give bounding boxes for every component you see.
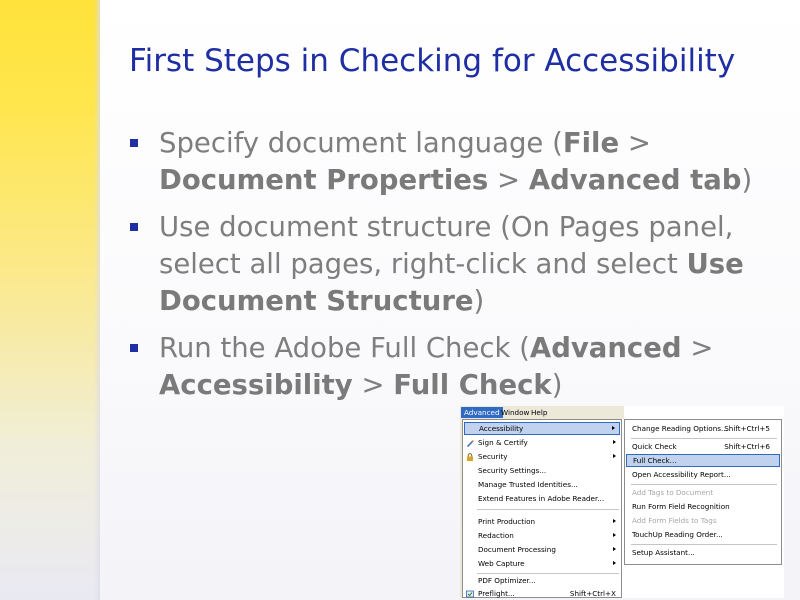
- bullet-text-part: Run the Adobe Full Check (: [159, 332, 530, 364]
- menubar-help[interactable]: Help: [528, 407, 550, 418]
- bullet-text-bold: Advanced: [529, 332, 682, 364]
- menu-item-label: Manage Trusted Identities...: [478, 480, 578, 489]
- slide-title: First Steps in Checking for Accessibilit…: [129, 43, 736, 79]
- menu-item-redaction[interactable]: Redaction: [464, 529, 620, 542]
- bullet-text-part: >: [488, 164, 529, 196]
- submenu-item-label: Run Form Field Recognition: [632, 502, 730, 511]
- submenu-arrow-icon: [613, 454, 616, 458]
- menu-item-label: Print Production: [478, 517, 536, 526]
- menu-item-pdf-optimizer[interactable]: PDF Optimizer...: [464, 574, 620, 587]
- submenu-arrow-icon: [612, 426, 615, 430]
- bullet-text-part: Use document structure (On Pages panel, …: [159, 211, 734, 280]
- submenu-item-setup-assistant[interactable]: Setup Assistant...: [626, 546, 780, 559]
- bullet-item: Use document structure (On Pages panel, …: [129, 209, 759, 320]
- bullet-square-icon: [130, 139, 138, 147]
- bullet-list: Specify document language (File > Docume…: [129, 125, 759, 414]
- menu-separator: [631, 438, 777, 439]
- bullet-text-part: >: [681, 332, 714, 364]
- menu-separator: [477, 509, 619, 510]
- menubar-advanced[interactable]: Advanced: [461, 407, 503, 418]
- submenu-item-shortcut: Shift+Ctrl+5: [724, 424, 770, 433]
- submenu-arrow-icon: [613, 561, 616, 565]
- bullet-square-icon: [130, 344, 138, 352]
- menu-item-label: PDF Optimizer...: [478, 576, 536, 585]
- menu-item-label: Extend Features in Adobe Reader...: [478, 494, 605, 503]
- menu-item-label: Security Settings...: [478, 466, 547, 475]
- submenu-item-label: Quick Check: [632, 442, 677, 451]
- menu-item-shortcut: Shift+Ctrl+X: [569, 589, 616, 598]
- bullet-text-part: >: [619, 127, 651, 159]
- submenu-arrow-icon: [613, 533, 616, 537]
- bullet-item: Run the Adobe Full Check (Advanced > Acc…: [129, 330, 759, 404]
- bullet-text-bold: Advanced tab: [528, 164, 742, 196]
- bullet-text-bold: File: [562, 127, 620, 159]
- menu-item-label: Redaction: [478, 531, 514, 540]
- menu-item-sign-certify[interactable]: Sign & Certify: [464, 436, 620, 449]
- bullet-text: Run the Adobe Full Check (Advanced > Acc…: [159, 332, 713, 401]
- submenu-arrow-icon: [613, 440, 616, 444]
- menu-item-print-production[interactable]: Print Production: [464, 515, 620, 528]
- submenu-arrow-icon: [613, 519, 616, 523]
- submenu-item-add-tags-to-document[interactable]: Add Tags to Document: [626, 486, 780, 499]
- menu-item-web-capture[interactable]: Web Capture: [464, 557, 620, 570]
- bullet-text-bold: Document Properties: [159, 164, 489, 196]
- bullet-text-part: Specify document language (: [159, 127, 563, 159]
- submenu-item-run-form-field-recognition[interactable]: Run Form Field Recognition: [626, 500, 780, 513]
- submenu-item-shortcut: Shift+Ctrl+6: [724, 442, 770, 451]
- bullet-text-part: ): [473, 285, 485, 317]
- menu-item-label: Accessibility: [479, 424, 524, 433]
- menu-item-preflight[interactable]: Preflight... Shift+Ctrl+X: [464, 587, 620, 598]
- submenu-item-open-accessibility-report[interactable]: Open Accessibility Report...: [626, 468, 780, 481]
- acrobat-menu-screenshot: Advanced Window Help Accessibility Sign …: [460, 406, 784, 598]
- menubar: Advanced Window Help: [460, 406, 624, 419]
- menu-item-security[interactable]: Security: [464, 450, 620, 463]
- decorative-yellow-band: [0, 0, 100, 600]
- menu-separator: [631, 484, 777, 485]
- advanced-menu: Accessibility Sign & Certify Security Se…: [462, 419, 622, 598]
- submenu-item-label: Add Tags to Document: [632, 488, 714, 497]
- pen-icon: [467, 440, 474, 447]
- menu-item-label: Web Capture: [478, 559, 525, 568]
- bullet-text-part: ): [551, 369, 563, 401]
- submenu-item-label: Setup Assistant...: [632, 548, 695, 557]
- submenu-item-quick-check[interactable]: Quick Check Shift+Ctrl+6: [626, 440, 780, 453]
- menu-item-extend-features[interactable]: Extend Features in Adobe Reader...: [464, 492, 620, 505]
- menu-item-label: Preflight...: [478, 589, 515, 598]
- menu-item-label: Document Processing: [478, 545, 556, 554]
- bullet-text: Use document structure (On Pages panel, …: [159, 211, 744, 317]
- menu-separator: [631, 544, 777, 545]
- submenu-item-label: Full Check...: [633, 456, 677, 465]
- preflight-icon: [466, 590, 474, 598]
- slide: First Steps in Checking for Accessibilit…: [0, 0, 800, 600]
- submenu-item-add-form-fields-to-tags[interactable]: Add Form Fields to Tags: [626, 514, 780, 527]
- bullet-text-part: >: [352, 369, 394, 401]
- accessibility-submenu: Change Reading Options... Shift+Ctrl+5 Q…: [624, 419, 782, 565]
- bullet-text-bold: Full Check: [393, 369, 552, 401]
- lock-icon: [467, 453, 473, 461]
- bullet-text: Specify document language (File > Docume…: [159, 127, 752, 196]
- bullet-text-bold: Accessibility: [159, 369, 353, 401]
- menu-item-label: Security: [478, 452, 508, 461]
- submenu-item-label: Change Reading Options...: [632, 424, 728, 433]
- menu-item-accessibility[interactable]: Accessibility: [464, 422, 620, 435]
- bullet-square-icon: [130, 223, 138, 231]
- submenu-item-change-reading-options[interactable]: Change Reading Options... Shift+Ctrl+5: [626, 422, 780, 435]
- submenu-item-label: TouchUp Reading Order...: [632, 530, 723, 539]
- submenu-item-full-check[interactable]: Full Check...: [626, 454, 780, 467]
- submenu-arrow-icon: [613, 547, 616, 551]
- menu-item-document-processing[interactable]: Document Processing: [464, 543, 620, 556]
- menu-item-manage-trusted-identities[interactable]: Manage Trusted Identities...: [464, 478, 620, 491]
- menu-item-security-settings[interactable]: Security Settings...: [464, 464, 620, 477]
- submenu-item-label: Add Form Fields to Tags: [632, 516, 717, 525]
- menu-item-label: Sign & Certify: [478, 438, 528, 447]
- bullet-item: Specify document language (File > Docume…: [129, 125, 759, 199]
- submenu-item-touchup-reading-order[interactable]: TouchUp Reading Order...: [626, 528, 780, 541]
- bullet-text-part: ): [741, 164, 753, 196]
- submenu-item-label: Open Accessibility Report...: [632, 470, 731, 479]
